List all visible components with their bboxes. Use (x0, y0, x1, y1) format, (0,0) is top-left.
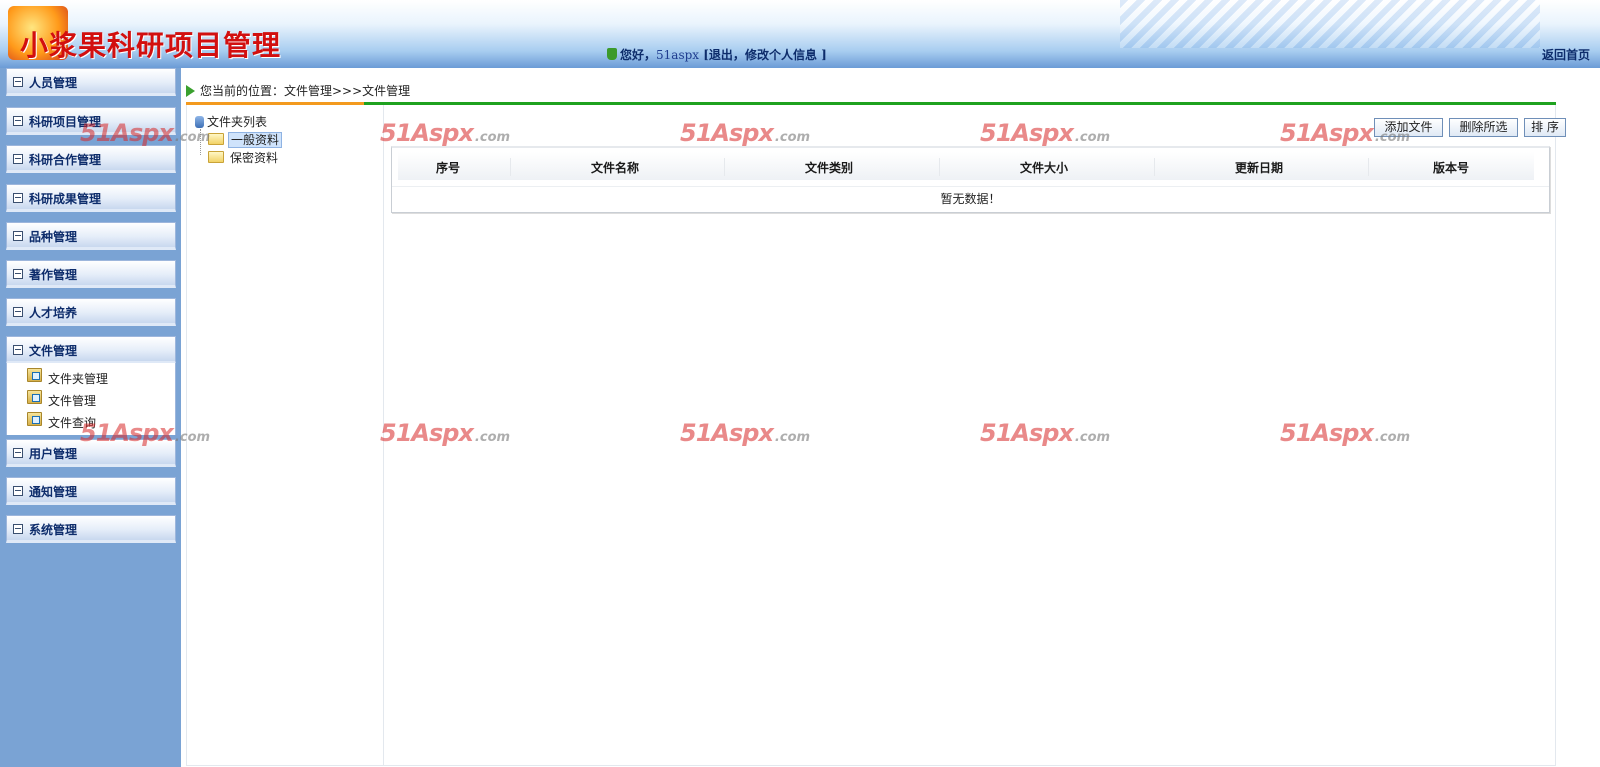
menu-label: 通知管理 (29, 485, 78, 499)
delete-selected-button[interactable]: 删除所选 (1449, 118, 1518, 137)
collapse-icon (13, 307, 23, 317)
menu-label: 人员管理 (29, 76, 78, 90)
tree-node-confidential[interactable]: 保密资料 (208, 149, 280, 166)
sort-button[interactable]: 排 序 (1524, 118, 1566, 137)
username: 51aspx (656, 48, 700, 62)
user-greeting: 您好，51aspx [退出，修改个人信息 ] (607, 46, 827, 63)
collapse-icon (13, 231, 23, 241)
actions-open-bracket: [ (699, 48, 709, 62)
header: 小浆果科研项目管理 您好，51aspx [退出，修改个人信息 ] 返回首页 (0, 0, 1600, 68)
logout-link[interactable]: 退出 (709, 48, 733, 62)
menu-label: 著作管理 (29, 268, 78, 282)
tree-node-label: 一般资料 (228, 132, 283, 148)
table-header-row: 序号 文件名称 文件类别 文件大小 更新日期 版本号 (398, 152, 1534, 180)
tree-node-general[interactable]: 一般资料 (208, 131, 283, 148)
add-file-button[interactable]: 添加文件 (1374, 118, 1443, 137)
user-icon (607, 48, 617, 60)
collapse-icon (13, 193, 23, 203)
breadcrumb-text: 您当前的位置：文件管理>>>文件管理 (200, 84, 411, 98)
folder-icon (208, 151, 224, 163)
menu-user-management[interactable]: 用户管理 (6, 439, 176, 467)
edit-profile-link[interactable]: 修改个人信息 (745, 48, 817, 62)
col-header-index[interactable]: 序号 (398, 159, 498, 176)
header-decoration (1120, 0, 1540, 48)
folder-doc-icon (27, 368, 42, 382)
col-header-updated[interactable]: 更新日期 (1154, 159, 1364, 176)
empty-message: 暂无数据！ (392, 186, 1549, 211)
app-title: 小浆果科研项目管理 (20, 29, 282, 62)
menu-label: 用户管理 (29, 447, 78, 461)
menu-research-results[interactable]: 科研成果管理 (6, 184, 176, 212)
tree-connector (200, 129, 201, 155)
main-content: 您当前的位置：文件管理>>>文件管理 文件夹列表 一般资料 保密资料 序号 文件… (181, 68, 1600, 767)
menu-research-cooperation[interactable]: 科研合作管理 (6, 145, 176, 173)
menu-label: 科研合作管理 (29, 153, 102, 167)
submenu-label: 文件夹管理 (48, 372, 109, 386)
collapse-icon (13, 116, 23, 126)
folder-doc-icon (27, 412, 42, 426)
tree-node-label: 保密资料 (230, 151, 279, 165)
menu-personnel[interactable]: 人员管理 (6, 68, 176, 96)
greeting-text: 您好， (620, 48, 657, 62)
menu-system[interactable]: 系统管理 (6, 515, 176, 543)
folder-doc-icon (27, 390, 42, 404)
menu-label: 系统管理 (29, 523, 78, 537)
col-header-version[interactable]: 版本号 (1368, 159, 1534, 176)
submenu-label: 文件管理 (48, 394, 97, 408)
file-table: 序号 文件名称 文件类别 文件大小 更新日期 版本号 暂无数据！ (391, 146, 1550, 213)
menu-label: 品种管理 (29, 230, 78, 244)
menu-label: 文件管理 (29, 344, 78, 358)
menu-notifications[interactable]: 通知管理 (6, 477, 176, 505)
breadcrumb: 您当前的位置：文件管理>>>文件管理 (186, 82, 410, 99)
menu-label: 科研项目管理 (29, 115, 102, 129)
menu-publications[interactable]: 著作管理 (6, 260, 176, 288)
arrow-right-icon (186, 85, 195, 97)
menu-file-management[interactable]: 文件管理 (6, 336, 176, 364)
col-header-filename[interactable]: 文件名称 (510, 159, 720, 176)
menu-label: 人才培养 (29, 306, 78, 320)
home-link[interactable]: 返回首页 (1542, 46, 1590, 63)
submenu-label: 文件查询 (48, 416, 97, 430)
col-header-category[interactable]: 文件类别 (724, 159, 934, 176)
actions-close-bracket: ] (816, 48, 827, 62)
collapse-icon (13, 77, 23, 87)
collapse-icon (13, 269, 23, 279)
collapse-icon (13, 448, 23, 458)
col-header-size[interactable]: 文件大小 (939, 159, 1149, 176)
menu-research-projects[interactable]: 科研项目管理 (6, 107, 176, 135)
menu-talent-training[interactable]: 人才培养 (6, 298, 176, 326)
folder-tree: 文件夹列表 一般资料 保密资料 (186, 105, 384, 766)
tree-root[interactable]: 文件夹列表 (195, 113, 267, 130)
collapse-icon (13, 345, 23, 355)
folder-icon (208, 133, 224, 145)
collapse-icon (13, 524, 23, 534)
actions-separator: ， (732, 48, 745, 62)
collapse-icon (13, 486, 23, 496)
collapse-icon (13, 154, 23, 164)
database-icon (195, 116, 204, 128)
tree-root-label: 文件夹列表 (207, 115, 268, 129)
menu-varieties[interactable]: 品种管理 (6, 222, 176, 250)
file-management-submenu: 文件夹管理 文件管理 文件查询 (6, 363, 176, 435)
menu-label: 科研成果管理 (29, 192, 102, 206)
